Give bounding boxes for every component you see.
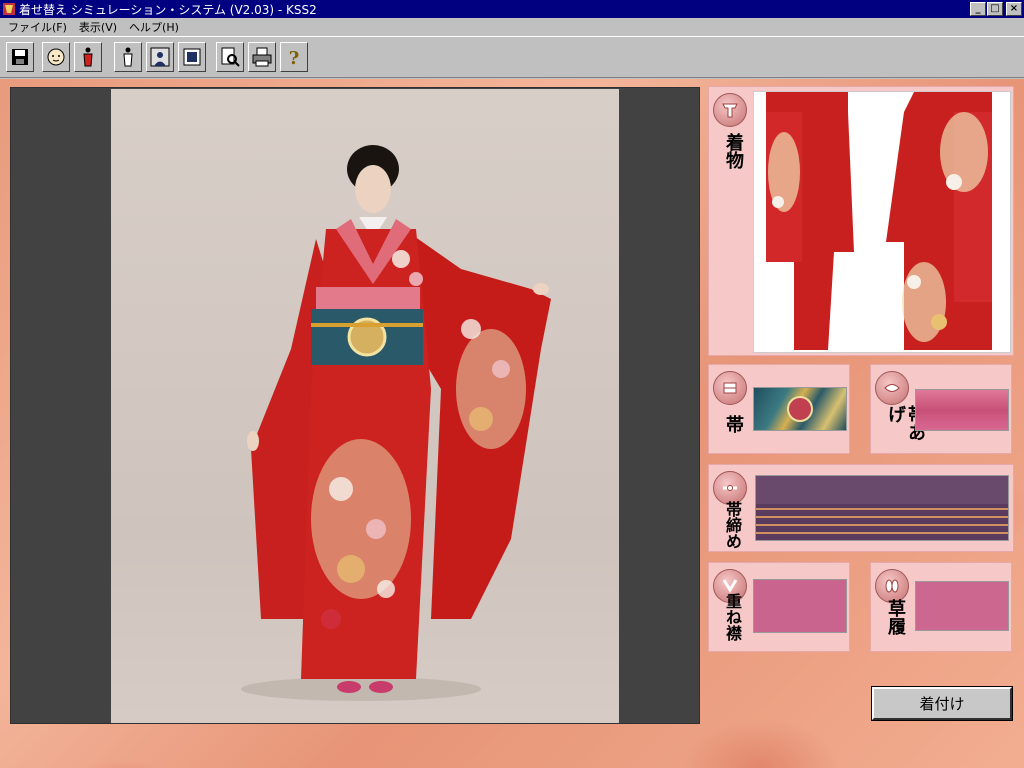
kimono-select-button[interactable]: [713, 93, 747, 127]
book-button[interactable]: [178, 42, 206, 72]
zori-select-button[interactable]: [875, 569, 909, 603]
zoom-doc-button[interactable]: [216, 42, 244, 72]
obijime-select-button[interactable]: [713, 471, 747, 505]
toolbar-group-model: [40, 40, 104, 76]
obijime-icon: [723, 485, 737, 491]
menu-file[interactable]: ファイル(F): [4, 19, 75, 35]
kimono-panel: 着物: [708, 86, 1014, 356]
toolbar-group-file: [4, 40, 36, 76]
model-photo: [111, 89, 619, 723]
face-icon: [47, 48, 65, 66]
sandal-icon: [885, 579, 899, 593]
obijime-swatch[interactable]: [755, 475, 1009, 541]
kimono-swatch[interactable]: [753, 91, 1011, 353]
kimono-app-icon: [3, 3, 15, 15]
save-icon: [12, 49, 28, 65]
obi-label: 帯: [723, 415, 744, 433]
svg-text:?: ?: [289, 48, 300, 68]
figure-outline-icon: [123, 47, 133, 67]
obi-select-button[interactable]: [713, 371, 747, 405]
toolbar: ?: [0, 36, 1024, 78]
figure-red-button[interactable]: [74, 42, 102, 72]
obiage-select-button[interactable]: [875, 371, 909, 405]
kasaneeri-label: 重ね襟: [723, 593, 742, 641]
preview-area: [10, 87, 700, 724]
obijime-pattern: [756, 476, 1008, 534]
close-button[interactable]: ×: [1006, 2, 1022, 16]
obi-swatch[interactable]: [753, 387, 847, 431]
title-bar[interactable]: 着せ替え シミュレーション・システム (V2.03) - KSS2 _ □ ×: [0, 0, 1024, 18]
portrait-button[interactable]: [146, 42, 174, 72]
maximize-button[interactable]: □: [987, 2, 1003, 16]
menu-help[interactable]: ヘルプ(H): [125, 19, 187, 35]
obijime-panel: 帯締め: [708, 464, 1014, 552]
zori-label: 草履: [885, 599, 906, 635]
face-button[interactable]: [42, 42, 70, 72]
print-icon: [252, 47, 272, 67]
help-icon: ?: [289, 48, 300, 68]
menu-view[interactable]: 表示(V): [75, 19, 125, 35]
zori-panel: 草履: [870, 562, 1012, 652]
obi-pattern: [787, 396, 813, 422]
model-figure: [241, 145, 551, 701]
obiage-icon: [884, 384, 900, 392]
kimono-icon: [722, 103, 738, 118]
obi-icon: [723, 382, 737, 394]
portrait-icon: [150, 47, 170, 67]
figure-outline-button[interactable]: [114, 42, 142, 72]
kasaneeri-swatch[interactable]: [753, 579, 847, 633]
obiage-swatch[interactable]: [915, 389, 1009, 431]
toolbar-group-tools: ?: [214, 40, 310, 76]
save-button[interactable]: [6, 42, 34, 72]
toolbar-group-view: [112, 40, 208, 76]
minimize-button[interactable]: _: [970, 2, 986, 16]
book-icon: [183, 48, 201, 66]
dress-apply-button[interactable]: 着付け: [871, 686, 1013, 721]
figure-red-icon: [83, 47, 93, 67]
help-button[interactable]: ?: [280, 42, 308, 72]
obijime-label: 帯締め: [723, 501, 742, 549]
kasaneeri-panel: 重ね襟: [708, 562, 850, 652]
zori-swatch[interactable]: [915, 581, 1009, 631]
window-controls: _ □ ×: [969, 2, 1022, 16]
menu-bar: ファイル(F) 表示(V) ヘルプ(H): [0, 18, 1024, 36]
print-button[interactable]: [248, 42, 276, 72]
kimono-label: 着物: [723, 133, 744, 169]
obiage-panel: 帯あげ: [870, 364, 1012, 454]
zoom-doc-icon: [221, 47, 240, 67]
obi-panel: 帯: [708, 364, 850, 454]
window-title: 着せ替え シミュレーション・システム (V2.03) - KSS2: [19, 2, 317, 17]
kimono-pattern: [766, 92, 992, 350]
